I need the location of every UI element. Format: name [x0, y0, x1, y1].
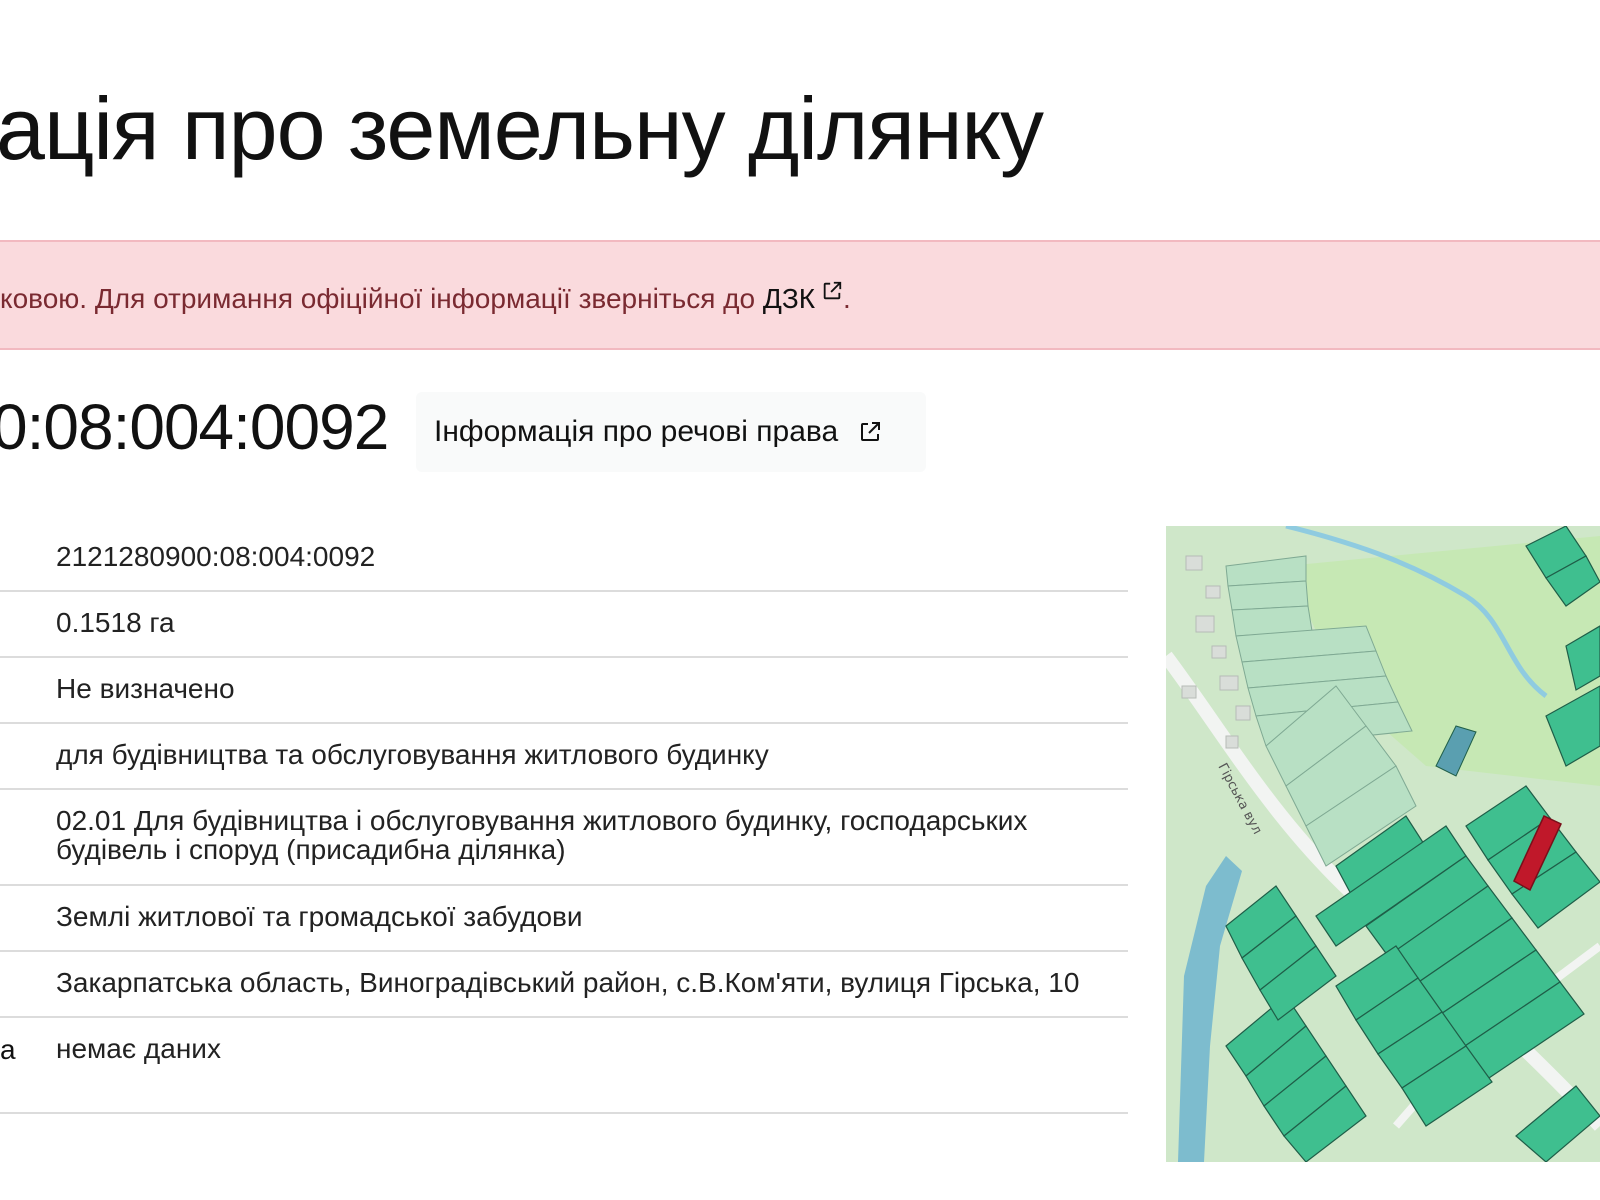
row-value-additional: немає даних: [56, 1033, 221, 1064]
external-link-icon: [861, 422, 881, 441]
row-label: а: [0, 1034, 16, 1065]
table-row: 0.1518 га: [0, 592, 1128, 658]
alert-message: ковою. Для отримання офіційної інформаці…: [0, 283, 763, 314]
row-value-address: Закарпатська область, Виноградівський ра…: [56, 967, 1080, 998]
external-link-icon: [823, 281, 842, 300]
table-row: Землі житлової та громадської забудови: [0, 886, 1128, 952]
row-value-ownership: Не визначено: [56, 673, 235, 704]
map-canvas: Гірська вул: [1166, 526, 1600, 1162]
row-value-purpose-code: 02.01 Для будівництва і обслуговування ж…: [56, 805, 1028, 865]
table-row: а немає даних: [0, 1018, 1128, 1114]
table-row: 2121280900:08:004:0092: [0, 526, 1128, 592]
parcel-map[interactable]: Гірська вул: [1166, 526, 1600, 1162]
table-row: для будівництва та обслуговування житлов…: [0, 724, 1128, 790]
property-rights-label: Інформація про речові права: [434, 415, 839, 448]
table-row: Закарпатська область, Виноградівський ра…: [0, 952, 1128, 1018]
row-value-category: Землі житлової та громадської забудови: [56, 901, 583, 932]
row-value-area: 0.1518 га: [56, 607, 175, 638]
alert-suffix: .: [843, 283, 851, 314]
parcel-info-table: 2121280900:08:004:0092 0.1518 га Не визн…: [0, 526, 1128, 1114]
page-title: ація про земельну ділянку: [0, 79, 1044, 178]
table-row: 02.01 Для будівництва і обслуговування ж…: [0, 790, 1128, 886]
property-rights-button[interactable]: Інформація про речові права: [416, 392, 926, 472]
row-value-cadastral-number: 2121280900:08:004:0092: [56, 541, 376, 572]
row-value-purpose: для будівництва та обслуговування житлов…: [56, 739, 769, 770]
alert-text: ковою. Для отримання офіційної інформаці…: [0, 280, 851, 315]
dzk-link-label: ДЗК: [762, 283, 816, 314]
cadastral-number-heading: 0:08:004:0092: [0, 391, 389, 463]
disclaimer-alert: ковою. Для отримання офіційної інформаці…: [0, 240, 1600, 350]
dzk-link[interactable]: ДЗК: [762, 281, 843, 314]
table-row: Не визначено: [0, 658, 1128, 724]
